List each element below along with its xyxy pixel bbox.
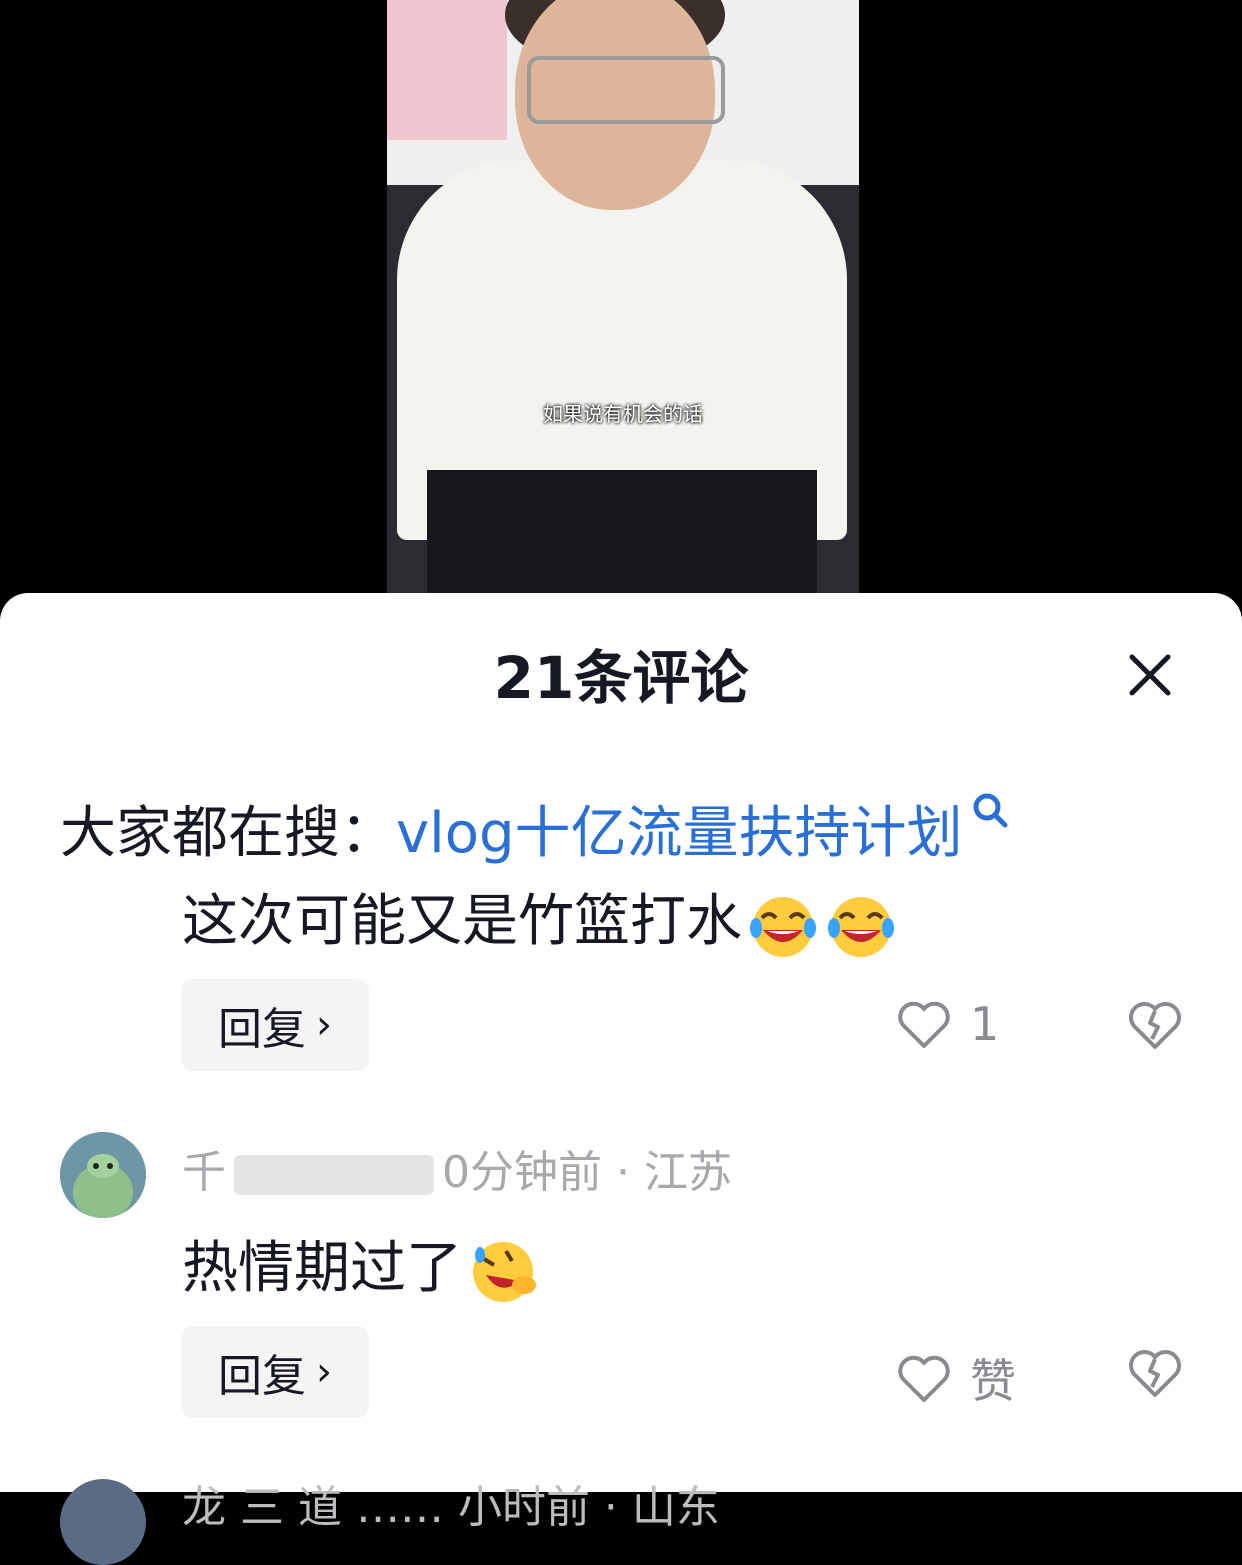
comment-1-text: 这次可能又是竹篮打水	[182, 876, 898, 962]
like-label: 赞	[970, 1354, 1016, 1408]
reply-label: 回复	[218, 1004, 306, 1055]
comment-sheet-title: 21条评论	[493, 644, 749, 712]
video-player[interactable]: 如果说有机会的话	[0, 0, 1242, 620]
chevron-right-icon: ›	[316, 1349, 332, 1395]
comment-1-dislike-button[interactable]	[1126, 997, 1184, 1055]
trending-search-prefix: 大家都在搜：	[60, 801, 396, 866]
comment-sheet: 21条评论 大家都在搜：vlog十亿流量扶持计划 这次可能又是竹篮打水 回复 ›…	[0, 593, 1242, 1565]
reply-label: 回复	[218, 1351, 306, 1402]
comment-2-dislike-button[interactable]	[1126, 1345, 1184, 1403]
comment-2-time-location: 0分钟前 · 江苏	[442, 1147, 732, 1198]
video-frame: 如果说有机会的话	[387, 0, 859, 593]
person-pants	[427, 470, 817, 593]
comment-1-reply-button[interactable]: 回复 ›	[181, 979, 369, 1071]
comment-2-text: 热情期过了	[182, 1223, 540, 1309]
avatar-image	[60, 1132, 146, 1218]
comment-1-body: 这次可能又是竹篮打水	[182, 889, 742, 954]
laugh-tears-emoji-icon	[750, 896, 816, 957]
broken-heart-icon	[1129, 1350, 1181, 1397]
close-button[interactable]	[1118, 643, 1182, 707]
video-subtitle: 如果说有机会的话	[543, 402, 703, 426]
chevron-right-icon: ›	[316, 1002, 332, 1048]
comment-2-username[interactable]: 千	[182, 1147, 226, 1198]
comment-2-body: 热情期过了	[182, 1236, 462, 1301]
comment-3-meta: 龙 三 道 …… 小时前 · 山东	[182, 1482, 720, 1533]
background-shelf	[387, 0, 507, 140]
trending-search-hint: 大家都在搜：vlog十亿流量扶持计划	[60, 788, 1013, 869]
laugh-tears-emoji-icon	[828, 896, 894, 957]
person-glasses	[527, 56, 725, 124]
comment-2-meta: 千 0分钟前 · 江苏	[182, 1136, 732, 1200]
close-icon	[1129, 654, 1171, 696]
rofl-emoji-icon	[473, 1241, 536, 1302]
broken-heart-icon	[1129, 1002, 1181, 1049]
comment-2-avatar[interactable]	[60, 1132, 146, 1218]
comment-2-like-button[interactable]: 赞	[896, 1345, 1016, 1411]
comment-2-reply-button[interactable]: 回复 ›	[181, 1326, 369, 1418]
heart-icon	[898, 1355, 950, 1402]
blurred-username	[234, 1155, 434, 1195]
search-icon[interactable]	[969, 782, 1013, 847]
comment-1-like-button[interactable]: 1	[896, 997, 999, 1051]
like-count: 1	[970, 997, 1000, 1051]
trending-search-link[interactable]: vlog十亿流量扶持计划	[396, 801, 963, 866]
heart-icon	[898, 1001, 950, 1048]
